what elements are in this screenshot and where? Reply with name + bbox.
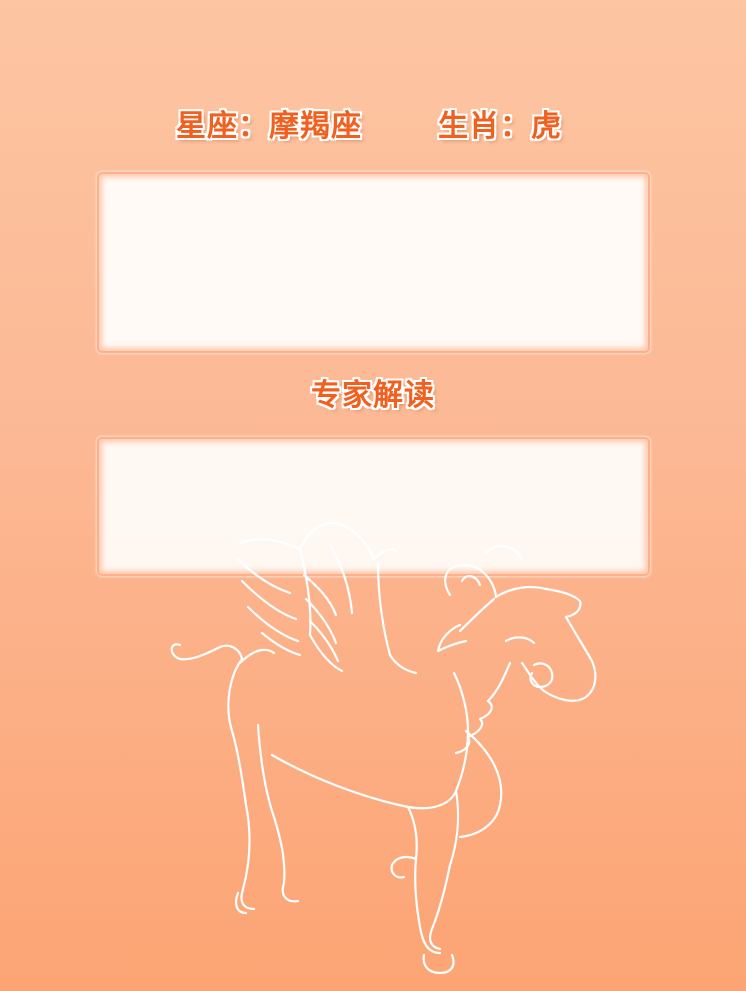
expert-section-title: 专家解读 bbox=[311, 378, 435, 413]
zodiac-label: 星座：摩羯座 bbox=[176, 109, 362, 144]
header: 星座：摩羯座 生肖：虎 bbox=[0, 104, 746, 150]
content-panel bbox=[97, 172, 650, 353]
winged-goat-outline-icon bbox=[150, 515, 620, 985]
winged-goat-outline-svg bbox=[170, 522, 597, 975]
chinese-zodiac-label: 生肖：虎 bbox=[438, 109, 562, 144]
